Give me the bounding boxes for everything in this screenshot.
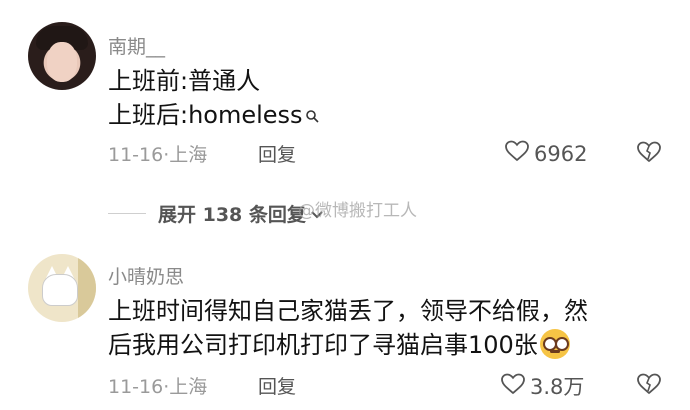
expand-replies-label: 展开 138 条回复 <box>158 204 306 226</box>
avatar[interactable] <box>28 22 96 90</box>
dizzy-face-emoji-icon <box>539 329 570 359</box>
comment-date: 11-16 <box>108 376 164 398</box>
avatar-face <box>47 42 77 82</box>
comment-line: 后我用公司打印机打印了寻猫启事100张 <box>108 331 538 359</box>
comment-location: 上海 <box>169 376 208 398</box>
avatar-background <box>78 254 96 322</box>
avatar[interactable] <box>28 254 96 322</box>
avatar-cat <box>42 274 78 306</box>
broken-heart-icon <box>636 373 662 400</box>
like-count: 3.8万 <box>530 375 585 399</box>
comment-meta: 11-16·上海 <box>108 140 207 167</box>
broken-heart-icon <box>636 141 662 168</box>
like-button[interactable]: 6962 <box>504 139 587 168</box>
dislike-button[interactable] <box>636 372 662 400</box>
username[interactable]: 南期__ <box>108 32 165 59</box>
comment-line: 上班后:homeless <box>108 101 303 129</box>
comment-body: 上班前:普通人 上班后:homeless <box>108 64 319 132</box>
heart-outline-icon <box>500 372 530 401</box>
comment-date: 11-16 <box>108 144 164 166</box>
comment-line: 上班时间得知自己家猫丢了，领导不给假，然 <box>108 297 588 325</box>
username[interactable]: 小晴奶思 <box>108 262 184 289</box>
comment-line: 上班前:普通人 <box>108 67 261 95</box>
like-count: 6962 <box>534 141 588 166</box>
comment-meta: 11-16·上海 <box>108 372 207 399</box>
comment-body: 上班时间得知自己家猫丢了，领导不给假，然 后我用公司打印机打印了寻猫启事100张 <box>108 294 588 362</box>
comment-location: 上海 <box>169 144 208 166</box>
watermark: @微博搬打工人 <box>298 201 417 221</box>
dislike-button[interactable] <box>636 140 662 168</box>
reply-button[interactable]: 回复 <box>258 140 296 167</box>
comment-line-with-emoji: 后我用公司打印机打印了寻猫启事100张 <box>108 328 588 362</box>
like-button[interactable]: 3.8万 <box>500 371 584 401</box>
search-icon[interactable] <box>305 98 319 132</box>
expand-replies-button[interactable]: 展开 138 条回复 <box>108 200 324 227</box>
reply-button[interactable]: 回复 <box>258 372 296 399</box>
heart-outline-icon <box>504 139 534 168</box>
divider <box>108 213 146 214</box>
comment-line-with-search: 上班后:homeless <box>108 98 319 132</box>
